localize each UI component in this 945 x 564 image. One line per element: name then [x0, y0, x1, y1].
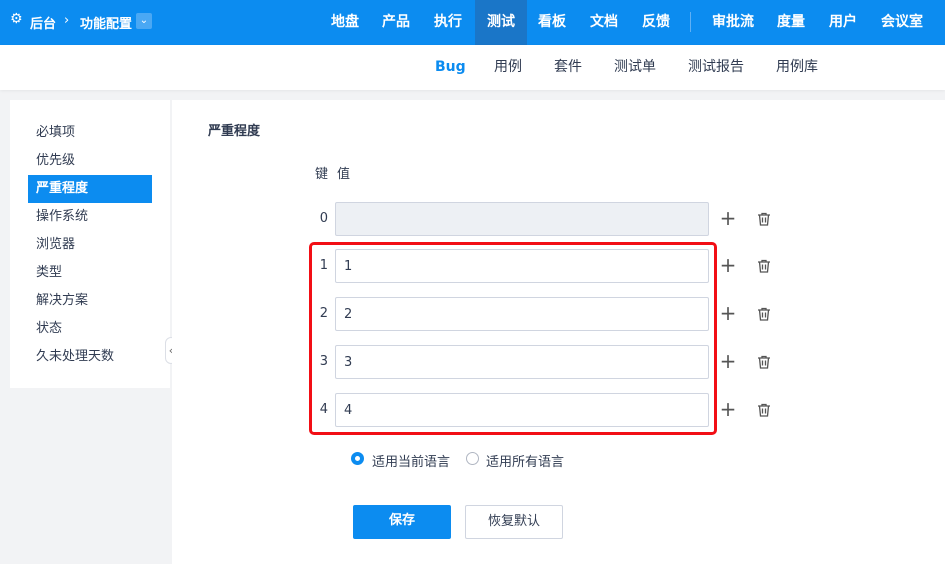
sidebar: 必填项 优先级 严重程度 操作系统 浏览器 类型 解决方案 状态 久未处理天数 [10, 100, 170, 388]
radio-all-languages-label[interactable]: 适用所有语言 [486, 451, 564, 470]
nav-1[interactable]: 产品 [381, 0, 411, 45]
subnav-item[interactable]: Bug [435, 45, 466, 90]
sidebar-item[interactable]: 解决方案 [28, 287, 152, 315]
trash-icon[interactable] [756, 306, 772, 322]
subnav-item[interactable]: 用例 [494, 45, 522, 90]
key-header: 键 [315, 167, 329, 182]
trash-icon[interactable] [756, 258, 772, 274]
nav-5[interactable]: 文档 [589, 0, 619, 45]
sidebar-item[interactable]: 严重程度 [28, 175, 152, 203]
top-header: ⚙ 后台 › 功能配置 ⌄ 地盘 产品 执行 测试 看板 文档 反馈 审批流 度量 用户 会议室 [0, 0, 945, 45]
nav-10[interactable]: 会议室 [880, 0, 924, 45]
nav-3[interactable]: 测试 [475, 0, 527, 45]
save-button[interactable]: 保存 [353, 505, 451, 539]
gear-icon[interactable]: ⚙ [10, 11, 23, 27]
nav-2[interactable]: 执行 [433, 0, 463, 45]
nav-8[interactable]: 度量 [776, 0, 806, 45]
trash-icon[interactable] [756, 402, 772, 418]
row-key: 0 [319, 211, 328, 226]
trash-icon[interactable] [756, 211, 772, 227]
nav-divider [690, 12, 691, 32]
plus-icon[interactable]: + [719, 397, 737, 421]
sidebar-item[interactable]: 浏览器 [28, 231, 152, 259]
nav-6[interactable]: 反馈 [641, 0, 671, 45]
trash-icon[interactable] [756, 354, 772, 370]
nav-9[interactable]: 用户 [828, 0, 858, 45]
subnav-item[interactable]: 用例库 [776, 45, 818, 90]
sidebar-item[interactable]: 操作系统 [28, 203, 152, 231]
radio-all-languages[interactable] [466, 452, 479, 465]
sub-nav: Bug 用例 套件 测试单 测试报告 用例库 [0, 45, 945, 90]
nav-7[interactable]: 审批流 [711, 0, 755, 45]
nav-4[interactable]: 看板 [537, 0, 567, 45]
value-header: 值 [337, 167, 351, 182]
nav-0[interactable]: 地盘 [330, 0, 360, 45]
chevron-down-icon[interactable]: ⌄ [136, 13, 152, 29]
breadcrumb-home[interactable]: 后台 [30, 13, 56, 32]
plus-icon[interactable]: + [719, 301, 737, 325]
value-input[interactable] [335, 202, 709, 236]
subnav-item[interactable]: 测试单 [614, 45, 656, 90]
page-title: 严重程度 [208, 124, 261, 139]
breadcrumb-section[interactable]: 功能配置 [80, 13, 132, 32]
sidebar-item[interactable]: 优先级 [28, 147, 152, 175]
chevron-right-icon: › [64, 13, 70, 28]
highlight-box [309, 242, 717, 435]
subnav-item[interactable]: 测试报告 [688, 45, 744, 90]
plus-icon[interactable]: + [719, 206, 737, 230]
reset-default-button[interactable]: 恢复默认 [465, 505, 563, 539]
plus-icon[interactable]: + [719, 253, 737, 277]
sidebar-item[interactable]: 类型 [28, 259, 152, 287]
radio-current-language-label[interactable]: 适用当前语言 [372, 451, 450, 470]
subnav-item[interactable]: 套件 [554, 45, 582, 90]
radio-current-language[interactable] [351, 452, 364, 465]
plus-icon[interactable]: + [719, 349, 737, 373]
sidebar-item[interactable]: 必填项 [28, 119, 152, 147]
sidebar-item[interactable]: 状态 [28, 315, 152, 343]
sidebar-item[interactable]: 久未处理天数 [28, 343, 152, 371]
